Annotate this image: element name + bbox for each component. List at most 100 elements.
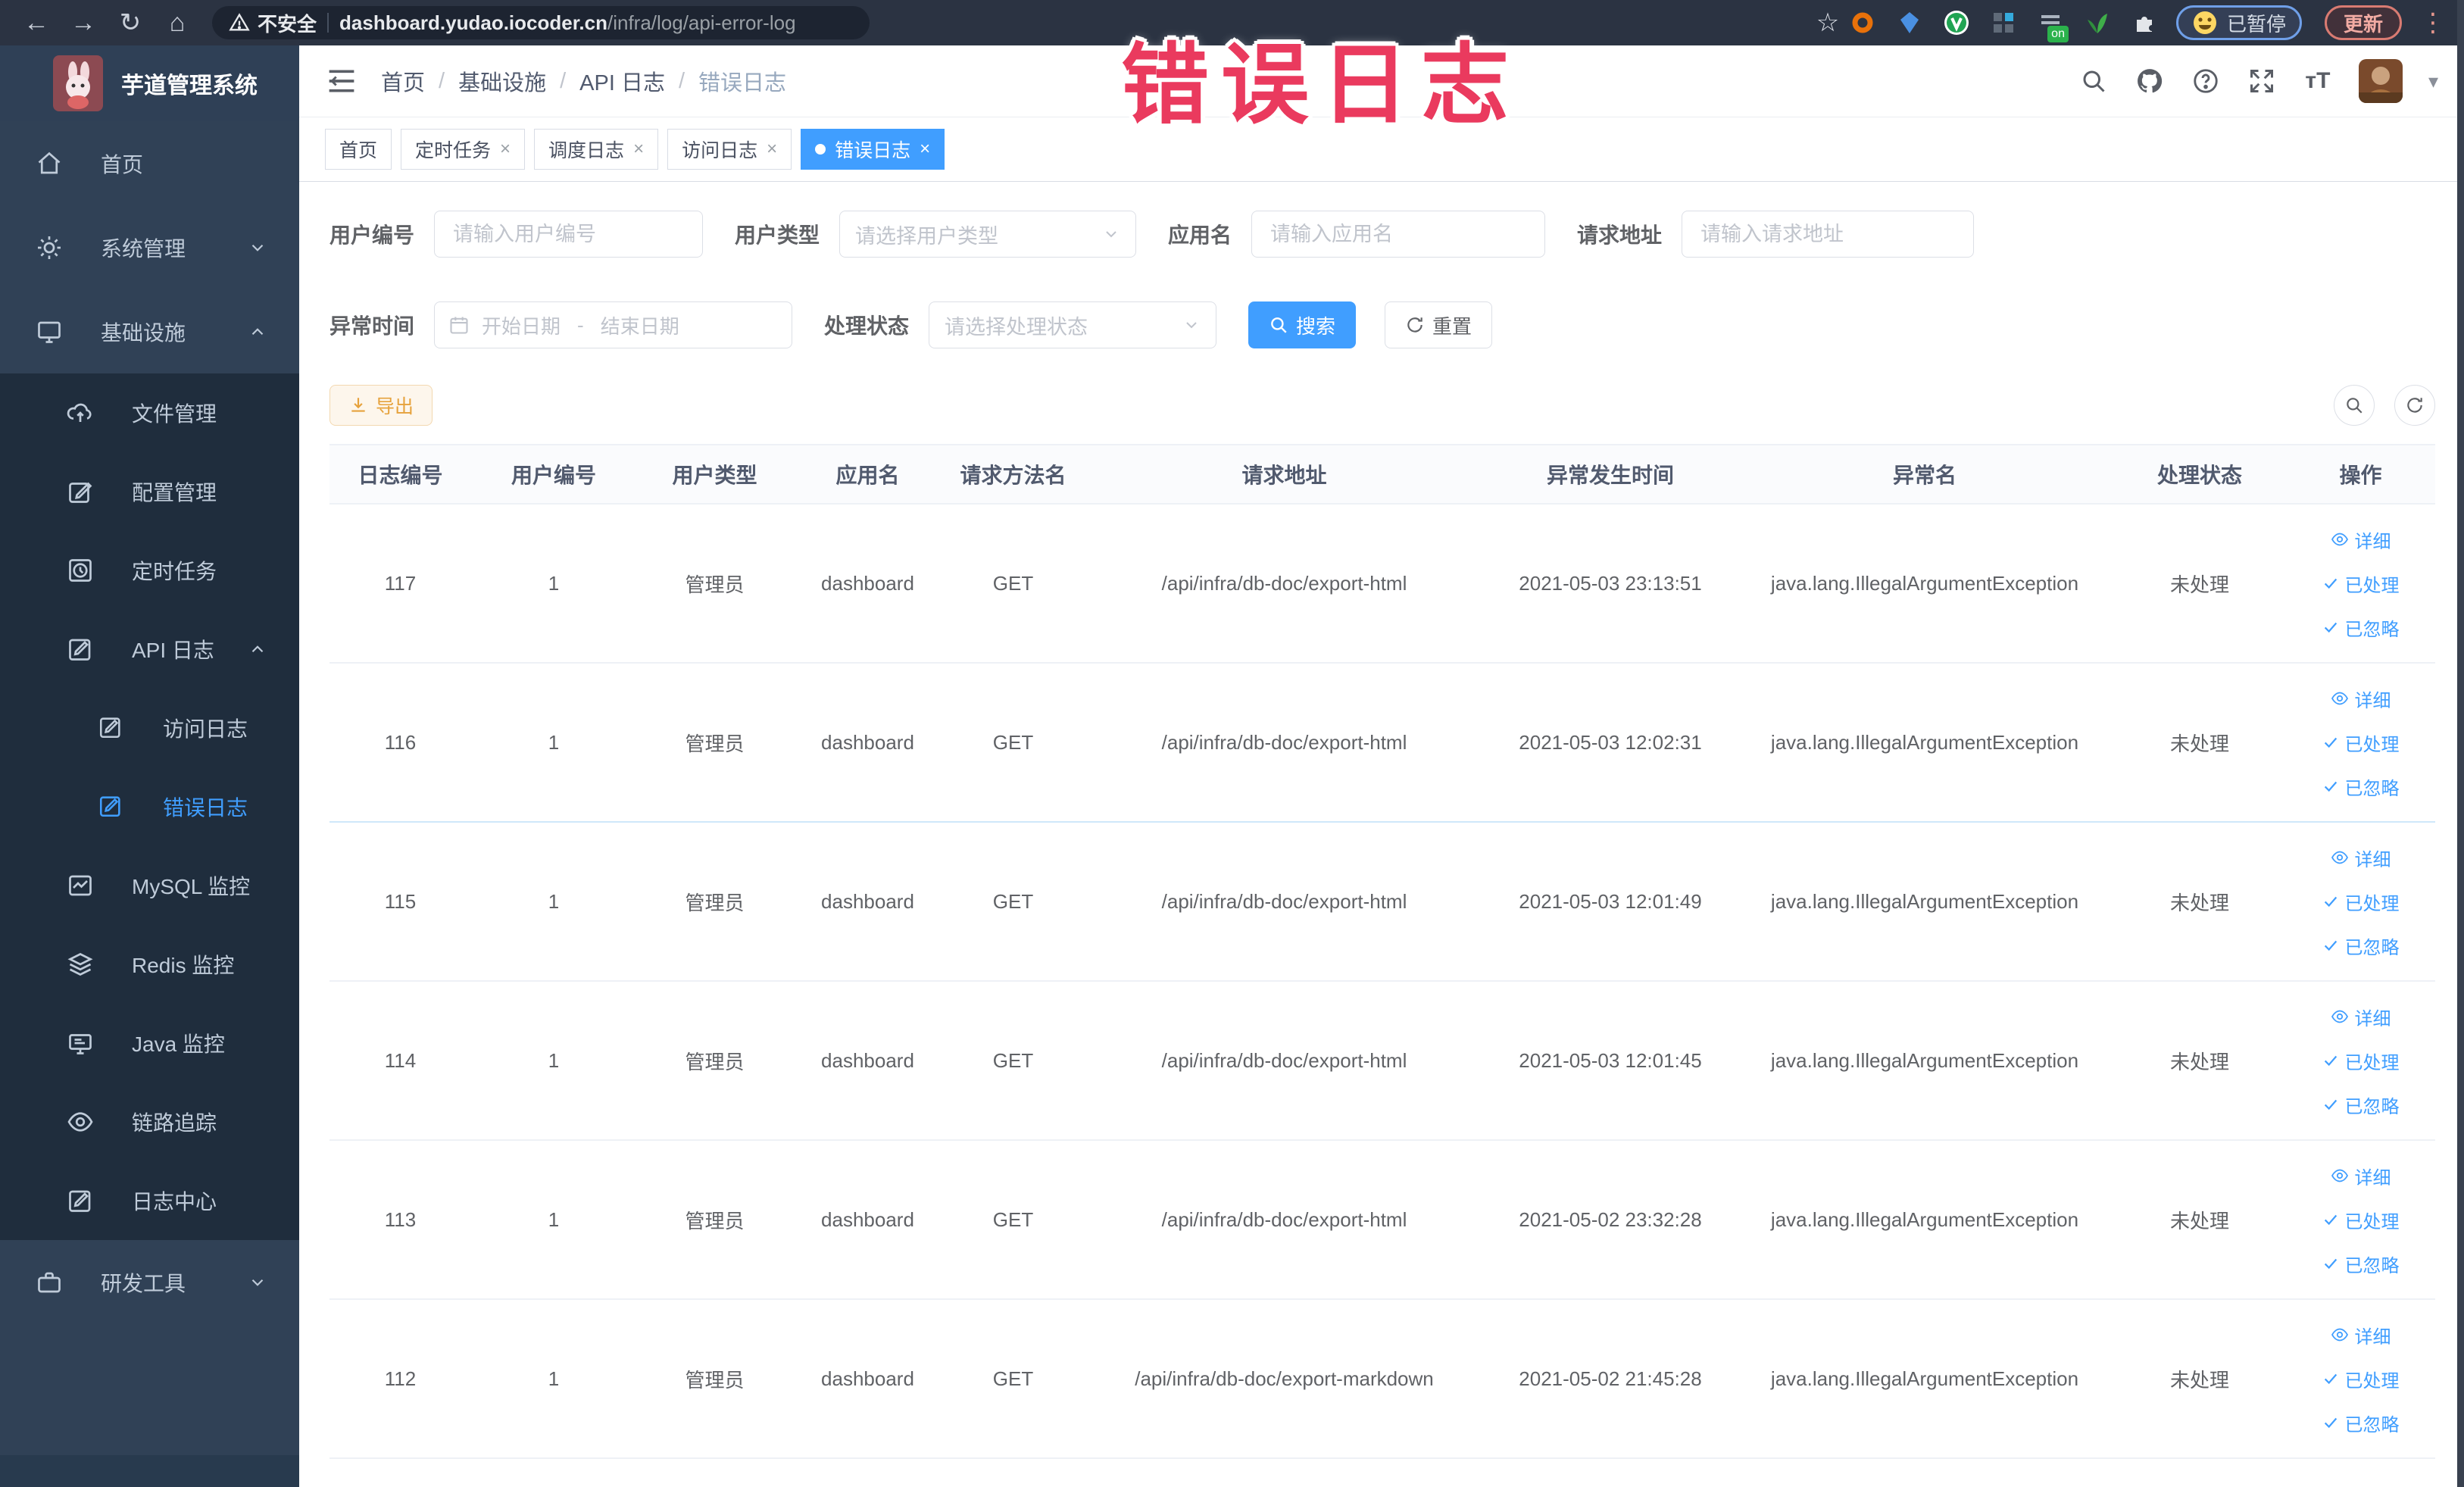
on-badge-extension-icon[interactable]: on: [2037, 9, 2069, 42]
ignored-link[interactable]: 已忽略: [2286, 764, 2435, 808]
detail-link[interactable]: 详细: [2286, 517, 2435, 561]
log-edit-icon: [98, 793, 125, 820]
search-icon[interactable]: [2078, 66, 2109, 96]
user-avatar[interactable]: [2358, 59, 2403, 103]
detail-link[interactable]: 详细: [2286, 676, 2435, 720]
cell-app: dashboard: [793, 663, 942, 823]
home-icon: [36, 150, 63, 177]
tab-schedule-log[interactable]: 调度日志 ×: [534, 129, 659, 170]
browser-home-icon[interactable]: ⌂: [158, 5, 197, 40]
tab-access-log[interactable]: 访问日志 ×: [667, 129, 792, 170]
sidebar-fold-icon[interactable]: [325, 66, 358, 96]
detail-link[interactable]: 详细: [2286, 1313, 2435, 1357]
processed-link[interactable]: 已处理: [2286, 720, 2435, 764]
app-name-input[interactable]: [1251, 211, 1546, 258]
green-v-extension-icon[interactable]: [1943, 9, 1970, 36]
user-type-label: 用户类型: [735, 223, 820, 247]
processed-link[interactable]: 已处理: [2286, 879, 2435, 923]
cell-user-type: 管理员: [636, 504, 793, 664]
user-id-input[interactable]: [434, 211, 704, 258]
tab-scheduled-jobs[interactable]: 定时任务 ×: [401, 129, 526, 170]
browser-update-button[interactable]: 更新: [2324, 5, 2402, 40]
ignored-link[interactable]: 已忽略: [2286, 1401, 2435, 1445]
processed-link[interactable]: 已处理: [2286, 1039, 2435, 1082]
ignored-link[interactable]: 已忽略: [2286, 605, 2435, 649]
sidebar-item-mysql-monitor[interactable]: MySQL 监控: [0, 846, 299, 925]
close-icon[interactable]: ×: [633, 139, 644, 160]
sidebar-item-infra[interactable]: 基础设施: [0, 289, 299, 373]
sidebar-item-system[interactable]: 系统管理: [0, 205, 299, 289]
reload-icon[interactable]: ↻: [111, 5, 150, 40]
process-status-select[interactable]: 请选择处理状态: [929, 301, 1217, 348]
toggle-search-button[interactable]: [2334, 385, 2375, 426]
github-icon[interactable]: [2135, 66, 2165, 96]
sidebar-item-log-center[interactable]: 日志中心: [0, 1161, 299, 1240]
cell-user-id: 1: [471, 504, 636, 664]
address-bar[interactable]: 不安全 dashboard.yudao.iocoder.cn/infra/log…: [212, 6, 870, 39]
back-icon[interactable]: ←: [17, 5, 56, 40]
sidebar-item-devtools[interactable]: 研发工具: [0, 1240, 299, 1324]
blue-drop-extension-icon[interactable]: [1896, 9, 1923, 36]
close-icon[interactable]: ×: [920, 139, 930, 160]
help-icon[interactable]: [2191, 66, 2221, 96]
export-button[interactable]: 导出: [329, 385, 433, 426]
puzzle-extension-icon[interactable]: [2131, 9, 2158, 36]
sidebar-item-redis-monitor[interactable]: Redis 监控: [0, 925, 299, 1004]
ignored-label: 已忽略: [2344, 619, 2400, 640]
table-row: 116 1 管理员 dashboard GET /api/infra/db-do…: [329, 663, 2435, 823]
fullscreen-icon[interactable]: [2247, 66, 2277, 96]
sidebar-logo[interactable]: 芋道管理系统: [0, 45, 299, 121]
cell-time: 2021-05-03 12:01:45: [1485, 981, 1736, 1141]
ignored-link[interactable]: 已忽略: [2286, 1242, 2435, 1286]
browser-menu-icon[interactable]: ⋮: [2420, 8, 2447, 38]
orange-ring-extension-icon[interactable]: [1849, 9, 1876, 36]
cell-exception: java.lang.IllegalArgumentException: [1736, 504, 2113, 664]
detail-link[interactable]: 详细: [2286, 1154, 2435, 1198]
paused-profile-badge[interactable]: 已暂停: [2175, 5, 2302, 40]
date-range-picker[interactable]: 开始日期 - 结束日期: [434, 301, 793, 348]
caret-down-icon[interactable]: ▾: [2428, 70, 2438, 93]
request-url-input[interactable]: [1682, 211, 1975, 258]
check-icon: [2322, 1096, 2339, 1113]
processed-link[interactable]: 已处理: [2286, 561, 2435, 605]
font-size-icon[interactable]: тT: [2303, 66, 2333, 96]
sidebar-item-file-management[interactable]: 文件管理: [0, 373, 299, 452]
security-label: 不安全: [258, 12, 317, 36]
processed-link[interactable]: 已处理: [2286, 1357, 2435, 1401]
processed-link[interactable]: 已处理: [2286, 1198, 2435, 1242]
sidebar-item-config-management[interactable]: 配置管理: [0, 452, 299, 531]
refresh-table-button[interactable]: [2394, 385, 2435, 426]
check-icon: [2322, 1211, 2339, 1228]
breadcrumb-item-home[interactable]: 首页: [381, 65, 425, 97]
sidebar-item-error-log[interactable]: 错误日志: [0, 767, 299, 846]
search-button[interactable]: 搜索: [1248, 301, 1357, 348]
ignored-link[interactable]: 已忽略: [2286, 1082, 2435, 1126]
tab-home[interactable]: 首页: [325, 129, 392, 170]
detail-link[interactable]: 详细: [2286, 995, 2435, 1039]
address-divider: [327, 13, 329, 33]
cell-user-id: 1: [471, 981, 636, 1141]
breadcrumb-item-infra[interactable]: 基础设施: [458, 65, 546, 97]
cell-actions: 详细 已处理 已忽略: [2286, 1140, 2435, 1300]
user-type-select[interactable]: 请选择用户类型: [839, 211, 1137, 258]
close-icon[interactable]: ×: [500, 139, 511, 160]
cell-log-id: 115: [329, 822, 471, 982]
cell-time: 2021-05-03 12:02:31: [1485, 663, 1736, 823]
close-icon[interactable]: ×: [767, 139, 777, 160]
sidebar-item-access-log[interactable]: 访问日志: [0, 689, 299, 767]
leaf-extension-icon[interactable]: [2084, 9, 2111, 36]
grid-extension-icon[interactable]: [1990, 9, 2017, 36]
ignored-link[interactable]: 已忽略: [2286, 923, 2435, 967]
forward-icon[interactable]: →: [64, 5, 103, 40]
sidebar-item-api-log[interactable]: API 日志: [0, 610, 299, 689]
reset-button[interactable]: 重置: [1385, 301, 1493, 348]
breadcrumb-item-api-log[interactable]: API 日志: [579, 65, 665, 97]
sidebar-item-java-monitor[interactable]: Java 监控: [0, 1004, 299, 1082]
sidebar-item-home[interactable]: 首页: [0, 121, 299, 205]
sidebar-item-trace[interactable]: 链路追踪: [0, 1082, 299, 1161]
detail-link[interactable]: 详细: [2286, 836, 2435, 879]
sidebar-item-scheduled-jobs[interactable]: 定时任务: [0, 531, 299, 610]
tab-error-log[interactable]: 错误日志 ×: [801, 129, 945, 170]
ignored-label: 已忽略: [2344, 1255, 2400, 1276]
bookmark-star-icon[interactable]: ☆: [1814, 8, 1841, 37]
